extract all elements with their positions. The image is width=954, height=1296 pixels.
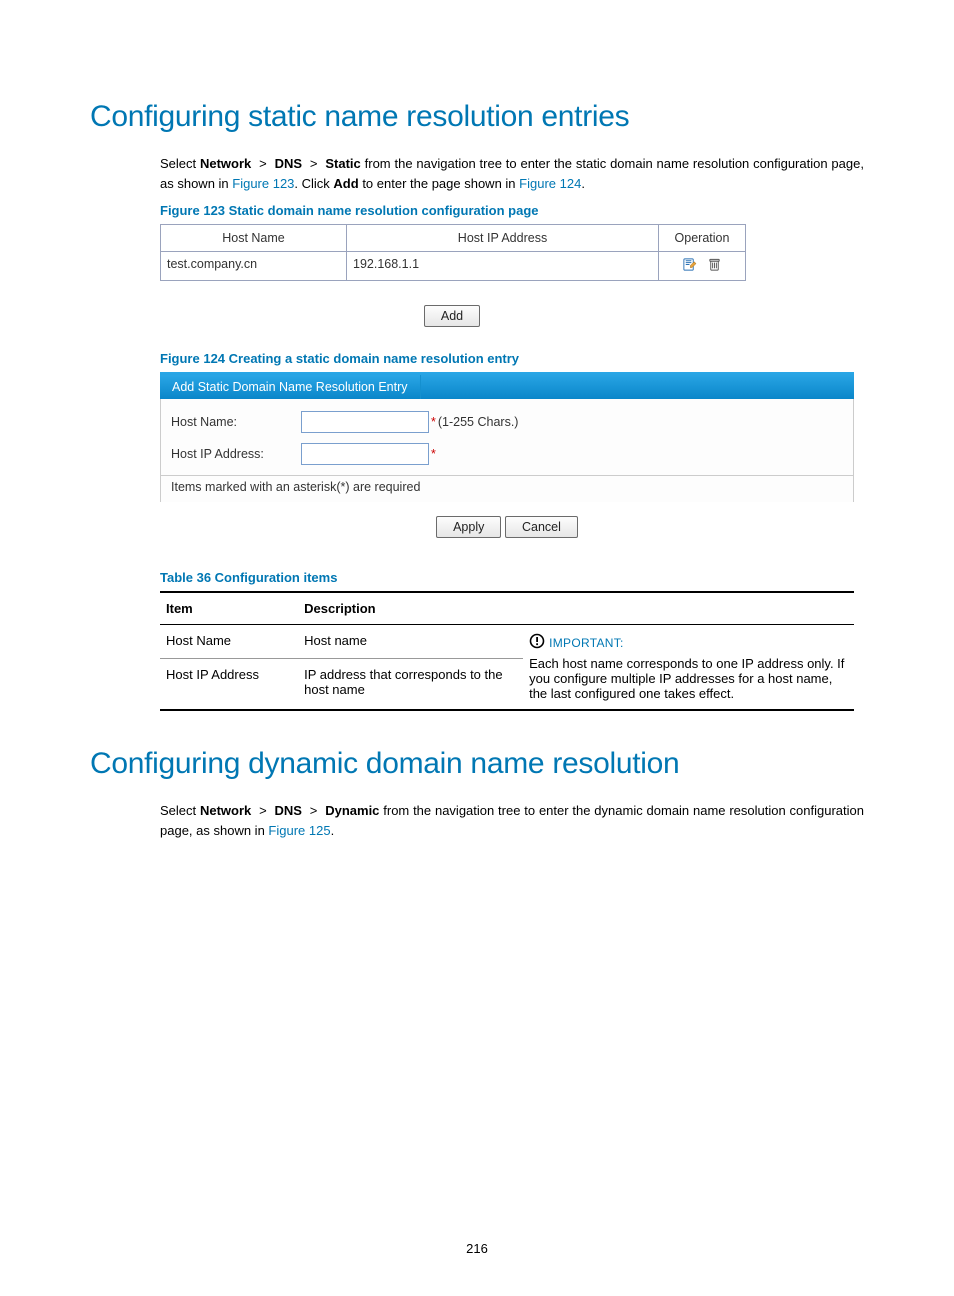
- separator: >: [306, 803, 322, 818]
- link-figure-123[interactable]: Figure 123: [232, 176, 294, 191]
- text: Select: [160, 156, 200, 171]
- separator: >: [255, 156, 271, 171]
- nav-dns: DNS: [275, 803, 302, 818]
- delete-icon[interactable]: [707, 257, 722, 275]
- input-hostname[interactable]: [301, 411, 429, 433]
- required-asterisk: *: [431, 415, 436, 429]
- col-header-desc: Description: [298, 592, 854, 625]
- tab-bar: Add Static Domain Name Resolution Entry: [160, 372, 854, 399]
- page-number: 216: [90, 1241, 864, 1256]
- input-hostip[interactable]: [301, 443, 429, 465]
- cell-desc: Host name: [298, 625, 523, 659]
- nav-network: Network: [200, 803, 251, 818]
- table-row: Host Name Host name IMPORTANT: Each host…: [160, 625, 854, 659]
- paragraph-dynamic-intro: Select Network > DNS > Dynamic from the …: [160, 801, 864, 840]
- important-text: Each host name corresponds to one IP add…: [529, 656, 848, 701]
- table-36-caption: Table 36 Configuration items: [160, 570, 864, 585]
- text: .: [581, 176, 585, 191]
- figure-123-caption: Figure 123 Static domain name resolution…: [160, 203, 864, 218]
- form-row-hostip: Host IP Address: *: [171, 443, 843, 465]
- separator: >: [306, 156, 322, 171]
- cell-desc: IP address that corresponds to the host …: [298, 659, 523, 710]
- add-bold: Add: [333, 176, 358, 191]
- text: .: [331, 823, 335, 838]
- label-hostname: Host Name:: [171, 415, 301, 429]
- add-button-wrap: Add: [160, 305, 744, 327]
- cancel-button[interactable]: Cancel: [505, 516, 578, 538]
- cell-item: Host Name: [160, 625, 298, 659]
- link-figure-124[interactable]: Figure 124: [519, 176, 581, 191]
- separator: >: [255, 803, 271, 818]
- table-header-row: Host Name Host IP Address Operation: [161, 225, 745, 252]
- figure-123-table: Host Name Host IP Address Operation test…: [160, 224, 746, 281]
- figure-124-caption: Figure 124 Creating a static domain name…: [160, 351, 864, 366]
- heading-static-resolution: Configuring static name resolution entri…: [90, 100, 864, 134]
- button-row: Apply Cancel: [160, 502, 854, 542]
- nav-dynamic: Dynamic: [325, 803, 379, 818]
- required-asterisk: *: [431, 447, 436, 461]
- edit-icon[interactable]: [682, 257, 697, 275]
- col-header-item: Item: [160, 592, 298, 625]
- table-36: Item Description Host Name Host name IMP…: [160, 591, 854, 711]
- col-header-hostip: Host IP Address: [347, 225, 659, 251]
- tab-add-entry[interactable]: Add Static Domain Name Resolution Entry: [160, 375, 421, 399]
- cell-operation: [659, 252, 745, 280]
- text: . Click: [294, 176, 333, 191]
- form-row-hostname: Host Name: *(1-255 Chars.): [171, 411, 843, 433]
- text: Select: [160, 803, 200, 818]
- col-header-hostname: Host Name: [161, 225, 347, 251]
- table-row: test.company.cn 192.168.1.1: [161, 252, 745, 280]
- nav-static: Static: [325, 156, 360, 171]
- nav-network: Network: [200, 156, 251, 171]
- important-label: IMPORTANT:: [549, 636, 624, 650]
- col-header-operation: Operation: [659, 225, 745, 251]
- figure-124-panel: Add Static Domain Name Resolution Entry …: [160, 372, 854, 542]
- add-button[interactable]: Add: [424, 305, 480, 327]
- cell-important: IMPORTANT: Each host name corresponds to…: [523, 625, 854, 711]
- link-figure-125[interactable]: Figure 125: [268, 823, 330, 838]
- cell-hostip: 192.168.1.1: [347, 252, 659, 280]
- warning-icon: [529, 633, 545, 652]
- hint-hostname: (1-255 Chars.): [438, 415, 519, 429]
- panel-body: Host Name: *(1-255 Chars.) Host IP Addre…: [160, 399, 854, 502]
- apply-button[interactable]: Apply: [436, 516, 501, 538]
- nav-dns: DNS: [275, 156, 302, 171]
- label-hostip: Host IP Address:: [171, 447, 301, 461]
- required-note: Items marked with an asterisk(*) are req…: [171, 476, 843, 494]
- cell-hostname: test.company.cn: [161, 252, 347, 280]
- cell-item: Host IP Address: [160, 659, 298, 710]
- heading-dynamic-resolution: Configuring dynamic domain name resoluti…: [90, 747, 864, 781]
- paragraph-static-intro: Select Network > DNS > Static from the n…: [160, 154, 864, 193]
- text: to enter the page shown in: [359, 176, 519, 191]
